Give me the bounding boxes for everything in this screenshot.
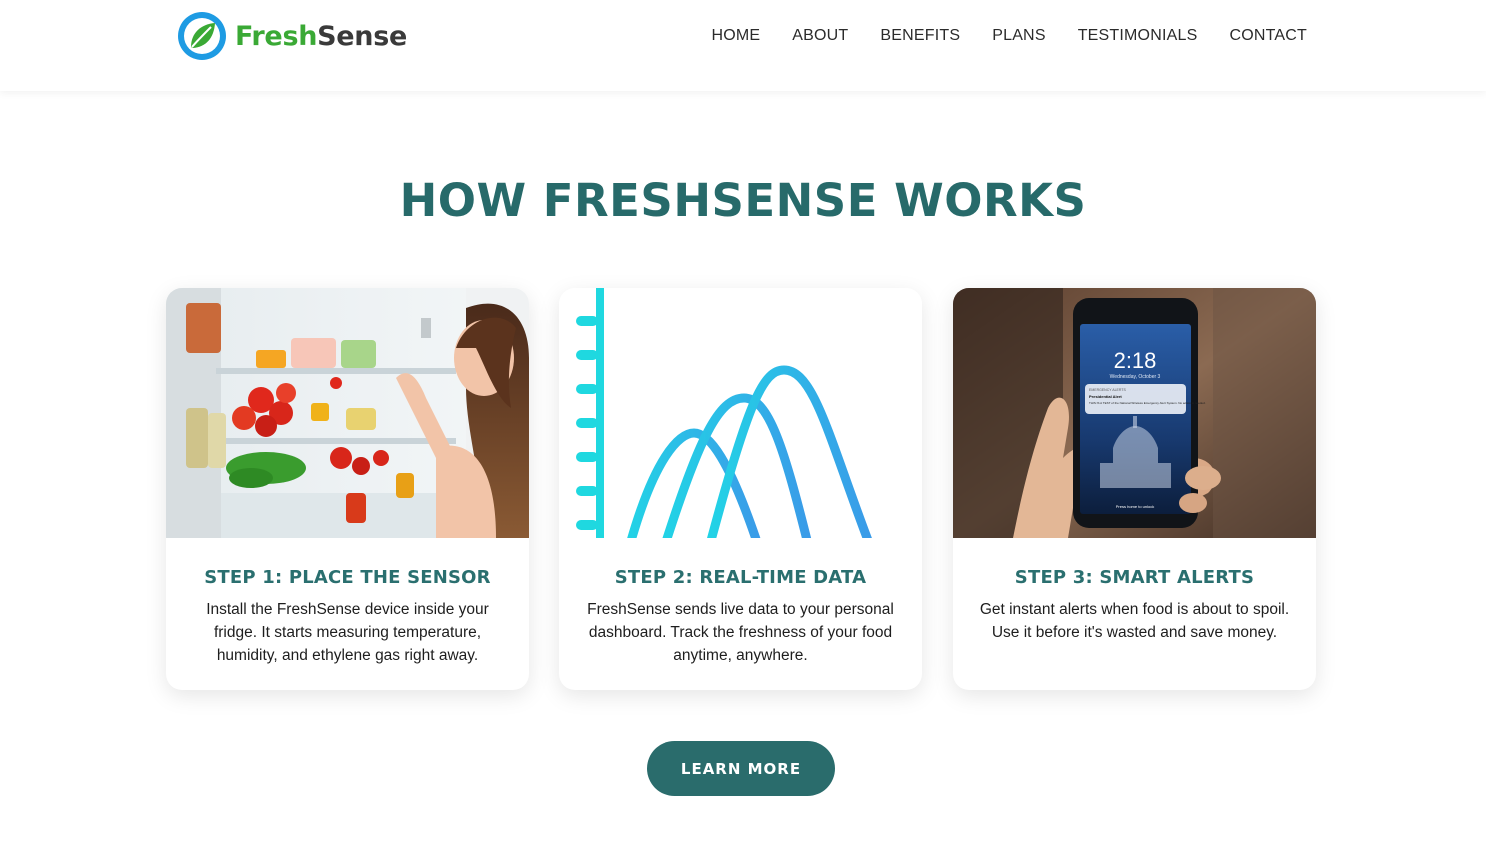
brand-name-fresh: Fresh — [235, 20, 318, 52]
step-3-title: STEP 3: SMART ALERTS — [1014, 567, 1255, 588]
main-nav: HOME ABOUT BENEFITS PLANS TESTIMONIALS C… — [711, 25, 1307, 47]
phone-alert-image: 2:18 Wednesday, October 3 EMERGENCY ALER… — [953, 288, 1316, 538]
learn-more-button[interactable]: LEARN MORE — [647, 741, 835, 796]
phone-date: Wednesday, October 3 — [1110, 374, 1161, 380]
step-2-description: FreshSense sends live data to your perso… — [587, 601, 894, 664]
nav-contact[interactable]: CONTACT — [1229, 25, 1307, 47]
nav-benefits[interactable]: BENEFITS — [880, 25, 960, 47]
bell-curve-illustration — [559, 288, 922, 538]
brand-logo[interactable]: FreshSense — [177, 11, 407, 61]
phone-time: 2:18 — [1114, 348, 1157, 373]
leaf-icon — [178, 12, 226, 60]
nav-about[interactable]: ABOUT — [792, 25, 848, 47]
phone-alert-body: THIS IS A TEST of the National Wireless … — [1089, 401, 1206, 405]
phone-unlock-hint: Press home to unlock — [1116, 504, 1154, 509]
step-card-2: STEP 2: REAL-TIME DATA FreshSense sends … — [559, 288, 922, 690]
nav-home[interactable]: HOME — [711, 25, 760, 47]
brand-name-sense: Sense — [317, 20, 408, 52]
step-card-3: 2:18 Wednesday, October 3 EMERGENCY ALER… — [953, 288, 1316, 690]
nav-testimonials[interactable]: TESTIMONIALS — [1078, 25, 1198, 47]
phone-alert-header: EMERGENCY ALERTS — [1089, 388, 1126, 392]
step-card-1: STEP 1: PLACE THE SENSOR Install the Fre… — [166, 288, 529, 690]
step-2-title: STEP 2: REAL-TIME DATA — [614, 567, 867, 588]
section-title: HOW FRESHSENSE WORKS — [399, 174, 1087, 227]
phone-alert-title: Presidential Alert — [1089, 394, 1122, 399]
nav-plans[interactable]: PLANS — [992, 25, 1045, 47]
step-1-title: STEP 1: PLACE THE SENSOR — [204, 567, 491, 588]
step-1-description: Install the FreshSense device inside you… — [206, 601, 489, 664]
brand-name: FreshSense — [235, 23, 407, 50]
step-3-description: Get instant alerts when food is about to… — [979, 601, 1290, 641]
woman-opening-fridge-image — [166, 288, 529, 538]
site-header: FreshSense HOME ABOUT BENEFITS PLANS TES… — [0, 0, 1486, 91]
